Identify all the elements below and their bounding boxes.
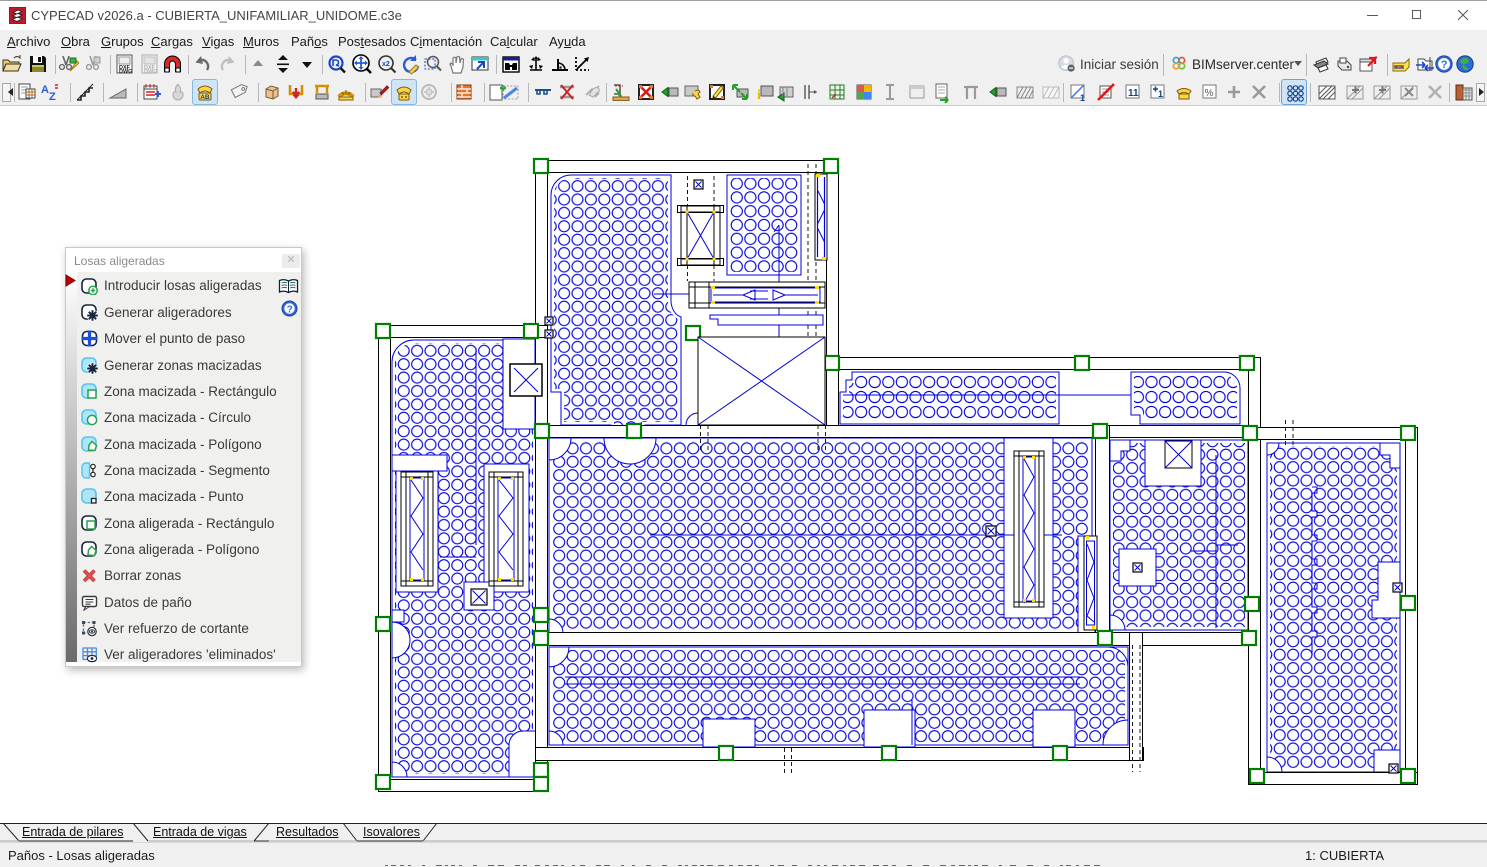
svg-text:?: ? [287, 304, 293, 315]
